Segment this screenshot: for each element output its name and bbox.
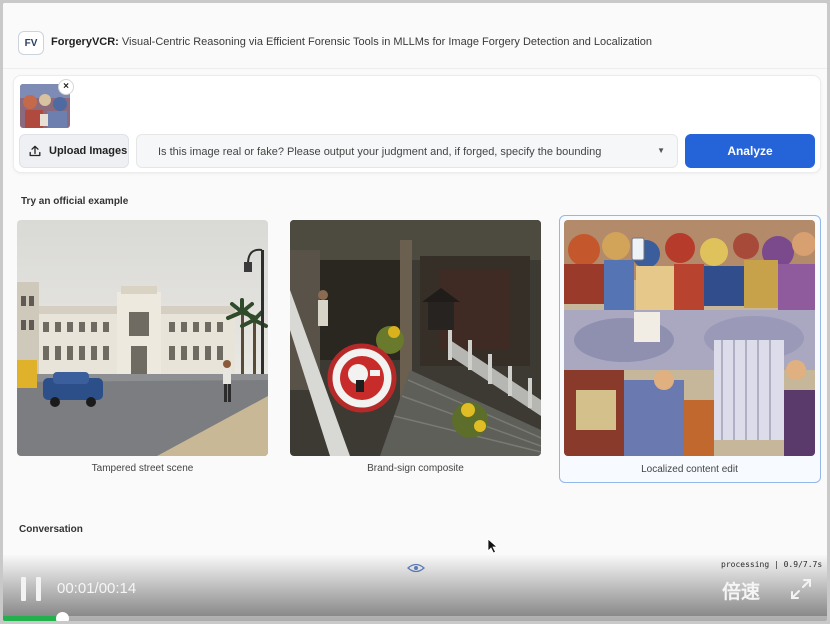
page-title: ForgeryVCR: Visual-Centric Reasoning via… (51, 36, 652, 48)
pause-icon-bar-left (21, 577, 26, 601)
analyze-button[interactable]: Analyze (685, 134, 815, 168)
mouse-cursor-icon (487, 538, 499, 554)
example-image-street (17, 220, 268, 456)
example-caption: Tampered street scene (91, 463, 194, 474)
chevron-down-icon: ▼ (657, 146, 665, 155)
pause-button[interactable] (21, 577, 41, 601)
upload-images-label: Upload Images (49, 145, 128, 157)
playback-speed-button[interactable]: 倍速 (722, 577, 760, 604)
playback-time: 00:01/00:14 (57, 580, 137, 597)
pause-icon-bar-right (36, 577, 41, 601)
eye-icon (407, 563, 425, 573)
page-title-bold: ForgeryVCR: (51, 36, 119, 48)
example-image-brand (290, 220, 541, 456)
example-card-street[interactable]: Tampered street scene (17, 216, 274, 481)
example-image-painting (564, 220, 815, 456)
remove-image-button[interactable]: × (58, 79, 74, 95)
prompt-select[interactable]: Is this image real or fake? Please outpu… (136, 134, 678, 168)
progress-track[interactable] (3, 616, 827, 621)
upload-images-button[interactable]: Upload Images (19, 134, 129, 168)
progress-handle[interactable] (56, 612, 69, 621)
app-logo: FV (18, 31, 44, 55)
page-title-rest: Visual-Centric Reasoning via Efficient F… (118, 36, 652, 48)
examples-heading: Try an official example (21, 196, 129, 207)
progress-fill (3, 616, 62, 621)
example-caption: Localized content edit (641, 464, 738, 475)
processing-status: processing | 0.9/7.7s (721, 560, 823, 569)
app-window: FV ForgeryVCR: Visual-Centric Reasoning … (3, 3, 827, 621)
example-card-painting[interactable]: Localized content edit (559, 215, 821, 483)
conversation-heading: Conversation (19, 524, 83, 535)
input-card: × Upload Images Is this image real or fa… (13, 75, 821, 173)
example-caption: Brand-sign composite (367, 463, 464, 474)
example-card-brand[interactable]: Brand-sign composite (290, 216, 547, 481)
prompt-text: Is this image real or fake? Please outpu… (158, 146, 602, 158)
fullscreen-icon[interactable] (789, 577, 813, 601)
upload-icon (29, 145, 41, 157)
app-header: FV ForgeryVCR: Visual-Centric Reasoning … (3, 3, 827, 69)
